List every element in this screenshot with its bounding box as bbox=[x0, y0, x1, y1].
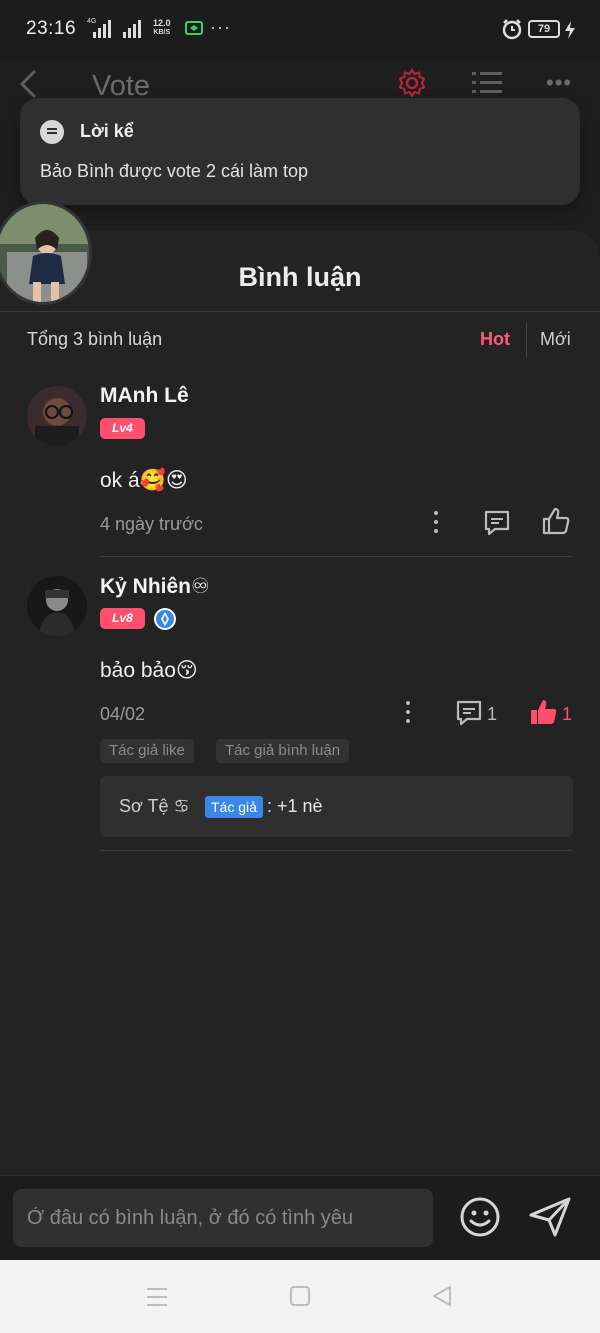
comment-text: ok á🥰😍 bbox=[100, 469, 188, 492]
gear-icon[interactable] bbox=[397, 68, 427, 98]
divider bbox=[526, 323, 527, 357]
divider bbox=[100, 850, 573, 851]
reply-author-name: Sơ Tệ ♋ bbox=[119, 796, 190, 816]
reply-icon[interactable] bbox=[483, 509, 511, 537]
alarm-icon bbox=[502, 19, 522, 40]
story-notification: Lời kể Bảo Bình được vote 2 cái làm top bbox=[20, 98, 580, 205]
message-icon bbox=[40, 120, 64, 144]
divider bbox=[100, 556, 573, 557]
home-icon[interactable] bbox=[289, 1285, 311, 1307]
signal-icon-2 bbox=[123, 20, 141, 38]
divider bbox=[0, 311, 600, 312]
reply-icon[interactable] bbox=[455, 699, 483, 727]
author-liked-tag: Tác giả like bbox=[100, 739, 194, 763]
comments-sheet bbox=[0, 231, 600, 1175]
level-badge: Lv8 bbox=[100, 608, 145, 629]
status-time: 23:16 bbox=[26, 18, 77, 39]
charging-icon bbox=[565, 21, 575, 39]
more-notifications-icon: ··· bbox=[210, 17, 231, 37]
avatar[interactable] bbox=[27, 386, 87, 446]
liked-icon[interactable] bbox=[529, 697, 559, 727]
app-notification-icon bbox=[185, 21, 203, 35]
comment-time: 04/02 bbox=[100, 704, 146, 724]
more-options-icon[interactable]: ••• bbox=[546, 70, 572, 96]
verified-badge-icon bbox=[154, 608, 176, 630]
system-nav-bar bbox=[0, 1260, 600, 1333]
comments-title: Bình luận bbox=[238, 262, 362, 292]
notification-title: Lời kể bbox=[80, 121, 134, 141]
comment-more-icon[interactable] bbox=[404, 701, 412, 727]
author-replied-tag: Tác giả bình luận bbox=[216, 739, 350, 763]
reply-text: : +1 nè bbox=[267, 796, 323, 816]
notification-body: Bảo Bình được vote 2 cái làm top bbox=[40, 161, 308, 181]
comment-time: 4 ngày trước bbox=[100, 514, 203, 534]
battery-icon: 79 bbox=[528, 20, 560, 38]
network-speed: 12.0 KB/S bbox=[153, 18, 171, 37]
nav-back-icon[interactable] bbox=[430, 1284, 454, 1308]
reply-preview[interactable]: Sơ Tệ ♋ Tác giả : +1 nè bbox=[100, 776, 573, 837]
signal-icon bbox=[93, 20, 111, 38]
avatar[interactable] bbox=[27, 576, 87, 636]
list-icon[interactable] bbox=[472, 70, 502, 96]
status-bar: 23:16 4G 12.0 KB/S ··· 79 bbox=[0, 0, 600, 60]
like-icon[interactable] bbox=[541, 506, 571, 536]
comment-more-icon[interactable] bbox=[432, 511, 440, 537]
recent-apps-icon[interactable] bbox=[145, 1286, 169, 1308]
comment-text: bảo bảo😚 bbox=[100, 659, 198, 682]
emoji-icon[interactable] bbox=[458, 1195, 502, 1239]
comment-composer bbox=[0, 1175, 600, 1260]
sort-new-tab[interactable]: Mới bbox=[540, 329, 571, 350]
back-arrow-icon[interactable] bbox=[16, 68, 40, 100]
comment-author-name[interactable]: Kỷ Nhiên♾ bbox=[100, 574, 210, 599]
comment-input[interactable] bbox=[13, 1189, 433, 1247]
send-icon[interactable] bbox=[527, 1195, 573, 1239]
sort-hot-tab[interactable]: Hot bbox=[480, 329, 510, 350]
level-badge: Lv4 bbox=[100, 418, 145, 439]
author-badge: Tác giả bbox=[205, 796, 263, 818]
reply-count: 1 bbox=[487, 704, 498, 724]
comment-author-name[interactable]: MAnh Lê bbox=[100, 384, 189, 408]
like-count: 1 bbox=[562, 704, 573, 724]
comment-count: Tổng 3 bình luận bbox=[27, 329, 163, 349]
